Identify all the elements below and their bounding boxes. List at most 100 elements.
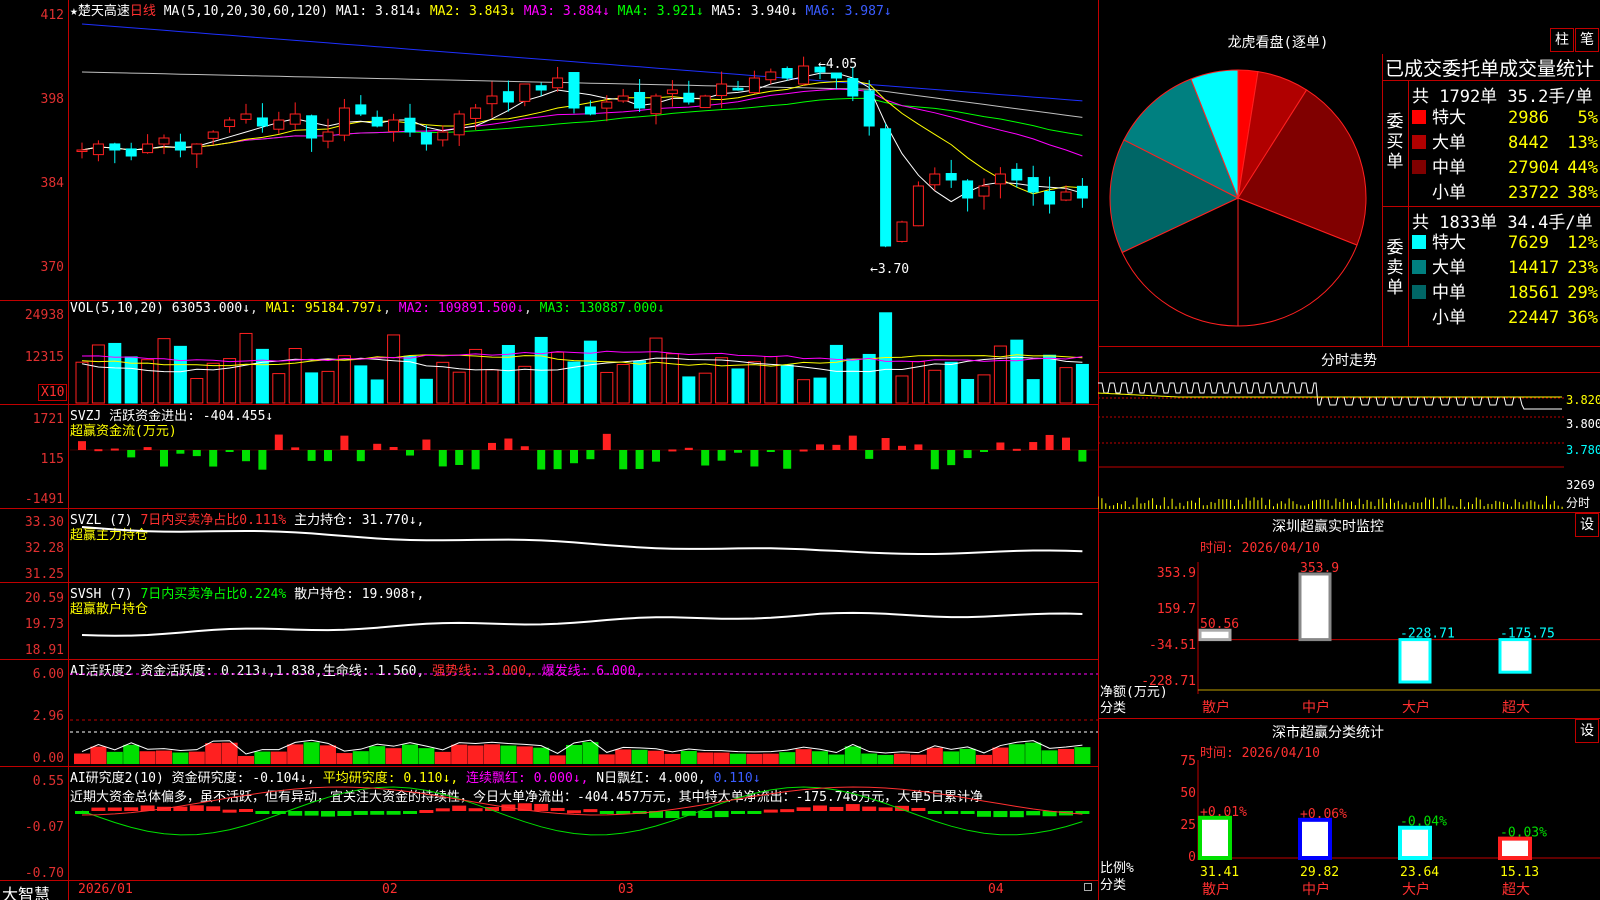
svsh-chart[interactable]	[70, 583, 1098, 659]
activity-bar	[549, 755, 566, 764]
flow-bar	[307, 450, 316, 461]
volume-chart[interactable]	[70, 301, 1098, 404]
flow-bar	[1062, 437, 1070, 450]
pie-row-buy[interactable]: 特大 2986 5%	[1412, 106, 1598, 130]
research-bar	[878, 807, 893, 811]
flow-bar	[258, 450, 267, 470]
ma6-line	[81, 23, 1083, 102]
research-bar	[419, 809, 434, 813]
classify-settings-button[interactable]: 设	[1575, 719, 1599, 743]
monitor-bar-label: -175.75	[1500, 627, 1555, 642]
flow-bar	[668, 449, 677, 452]
intra-vol: 3269	[1566, 478, 1595, 492]
volume-bar	[419, 378, 433, 404]
candle-body	[1060, 191, 1072, 201]
classify-bar-chart[interactable]: +0.01% 31.41散户 +0.06% 29.82中户 -0.04% 23.64大户 -…	[1098, 760, 1600, 900]
flow-bar	[537, 450, 546, 470]
research-bar	[337, 811, 352, 816]
volume-bar	[305, 372, 319, 404]
volume-bar	[977, 374, 991, 404]
brand-logo[interactable]: 大智慧	[2, 881, 50, 900]
candle-body	[568, 72, 580, 109]
monitor-settings-button[interactable]: 设	[1575, 513, 1599, 537]
pie-row-sell[interactable]: 中单 18561 29%	[1412, 281, 1598, 305]
volume-bar	[928, 369, 942, 404]
volume-bar	[387, 334, 401, 404]
candle-body	[1011, 168, 1023, 181]
volume-bar	[961, 378, 975, 404]
flow-bar	[422, 439, 431, 450]
monitor-category: 散户	[1202, 699, 1230, 716]
svzl-y-tick: 32.28	[24, 541, 64, 556]
intraday-chart[interactable]	[1098, 373, 1564, 511]
research-bar	[599, 811, 614, 814]
activity-bar	[484, 744, 500, 764]
ai1-chart[interactable]	[70, 660, 1098, 766]
pie-row-sell[interactable]: 小单 22447 36%	[1412, 306, 1598, 330]
activity-bar	[74, 753, 90, 764]
candle-body	[765, 71, 777, 81]
monitor-bar-label: 353.9	[1300, 561, 1339, 576]
research-bar	[321, 811, 335, 817]
svzj-chart[interactable]	[70, 405, 1098, 508]
research-bar	[452, 805, 467, 811]
activity-bar	[992, 747, 1009, 764]
flow-bar	[1029, 442, 1038, 450]
candle-body	[371, 116, 383, 127]
tick-view-button[interactable]: 笔	[1575, 28, 1599, 52]
candle-body	[207, 131, 219, 139]
flow-bar	[373, 443, 382, 450]
pie-row-buy[interactable]: 中单 27904 44%	[1412, 156, 1598, 180]
pie-row-sell[interactable]: 特大 7629 12%	[1412, 231, 1598, 255]
pie-row-buy[interactable]: 小单 23722 38%	[1412, 181, 1598, 205]
activity-bar	[631, 749, 648, 764]
pie-row-buy[interactable]: 大单 8442 13%	[1412, 131, 1598, 155]
activity-bar	[713, 752, 730, 764]
legend-swatch	[1412, 135, 1426, 149]
ai2-y-tick: -0.07	[24, 820, 64, 835]
svsh-y-tick: 18.91	[24, 643, 64, 658]
research-bar	[304, 811, 319, 816]
research-bar	[255, 811, 270, 814]
legend-swatch	[1412, 185, 1426, 199]
volume-bar	[780, 364, 794, 404]
candle-body	[994, 173, 1006, 185]
flow-bar	[274, 434, 283, 450]
volume-bar	[665, 353, 679, 404]
bar-view-button[interactable]: 柱	[1550, 28, 1574, 52]
activity-bar	[976, 754, 992, 764]
lock-icon[interactable]	[1084, 883, 1092, 891]
monitor-bar-chart[interactable]: 50.56 散户 353.9 中户 -228.71 大户 -175.75 超大	[1098, 556, 1600, 718]
svzl-chart[interactable]	[70, 509, 1098, 582]
pie-row-sell[interactable]: 大单 14417 23%	[1412, 256, 1598, 280]
activity-bar	[779, 752, 796, 764]
pie-chart[interactable]	[1098, 56, 1380, 346]
vol-unit-badge[interactable]: X10	[38, 384, 68, 401]
classify-category: 中户	[1302, 881, 1330, 898]
monitor-category: 中户	[1302, 699, 1330, 716]
flow-bar	[602, 433, 611, 450]
classify-value-label: 29.82	[1300, 865, 1339, 880]
volume-bar	[649, 337, 663, 404]
activity-bar	[1025, 742, 1042, 764]
classify-time: 时间: 2026/04/10	[1200, 746, 1320, 761]
classify-change-label: -0.03%	[1500, 826, 1547, 841]
candle-body	[76, 149, 88, 152]
activity-bar	[812, 751, 828, 764]
candle-body	[617, 95, 629, 102]
activity-bar	[434, 751, 451, 764]
research-bar	[91, 807, 106, 811]
volume-bar	[173, 345, 187, 404]
flow-bar	[996, 442, 1005, 450]
volume-bar	[485, 369, 499, 404]
kline-chart[interactable]	[70, 0, 1098, 300]
classify-change-label: +0.06%	[1300, 807, 1347, 822]
candle-body	[240, 113, 252, 120]
ai2-chart[interactable]	[70, 767, 1098, 880]
candle-body	[929, 173, 941, 186]
candle-body	[486, 95, 498, 105]
volume-bar	[829, 344, 843, 404]
volume-bar	[797, 379, 811, 404]
candle-body	[92, 143, 104, 156]
research-bar	[911, 807, 926, 811]
